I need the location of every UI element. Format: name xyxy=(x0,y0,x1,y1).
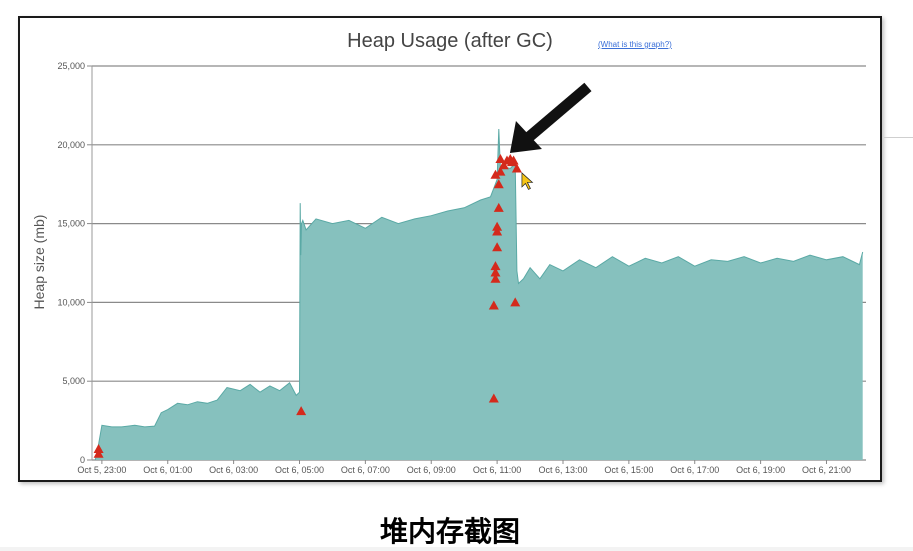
x-tick-label: Oct 6, 07:00 xyxy=(341,465,390,475)
annotation-arrow xyxy=(509,82,592,190)
cursor-icon xyxy=(521,172,534,190)
area-layer xyxy=(94,128,864,461)
what-is-this-graph-link[interactable]: (What is this graph?) xyxy=(598,40,672,49)
x-tick-label: Oct 6, 11:00 xyxy=(473,465,521,475)
x-tick-label: Oct 6, 03:00 xyxy=(209,465,258,475)
y-tick-label: 10,000 xyxy=(57,297,85,307)
x-tick-label: Oct 6, 21:00 xyxy=(802,465,851,475)
y-axis-label: Heap size (mb) xyxy=(31,214,47,310)
gc-marker xyxy=(495,153,506,163)
x-tick-label: Oct 6, 05:00 xyxy=(275,465,324,475)
y-tick-label: 20,000 xyxy=(57,140,85,150)
x-tick-label: Oct 6, 19:00 xyxy=(736,465,785,475)
divider xyxy=(884,137,913,138)
x-tick-label: Oct 6, 13:00 xyxy=(538,465,587,475)
y-tick-label: 15,000 xyxy=(57,219,85,229)
x-tick-label: Oct 6, 17:00 xyxy=(670,465,719,475)
bottom-strip xyxy=(0,547,913,551)
chart-title: Heap Usage (after GC) xyxy=(347,30,553,52)
y-tick-label: 25,000 xyxy=(57,61,85,71)
y-tick-label: 5,000 xyxy=(62,376,85,386)
x-tick-label: Oct 6, 09:00 xyxy=(407,465,456,475)
y-tick-label: 0 xyxy=(80,455,85,465)
x-tick-label: Oct 6, 01:00 xyxy=(143,465,192,475)
heap-usage-chart: 0 5,000 10,000 15,000 20,000 25,000 Oct 5, 23:… xyxy=(57,61,866,475)
image-caption: 堆内存截图 xyxy=(379,515,520,548)
x-tick-label: Oct 5, 23:00 xyxy=(77,465,126,475)
heap-area xyxy=(95,129,863,460)
x-tick-label: Oct 6, 15:00 xyxy=(604,465,653,475)
arrow-shaft xyxy=(524,82,592,143)
